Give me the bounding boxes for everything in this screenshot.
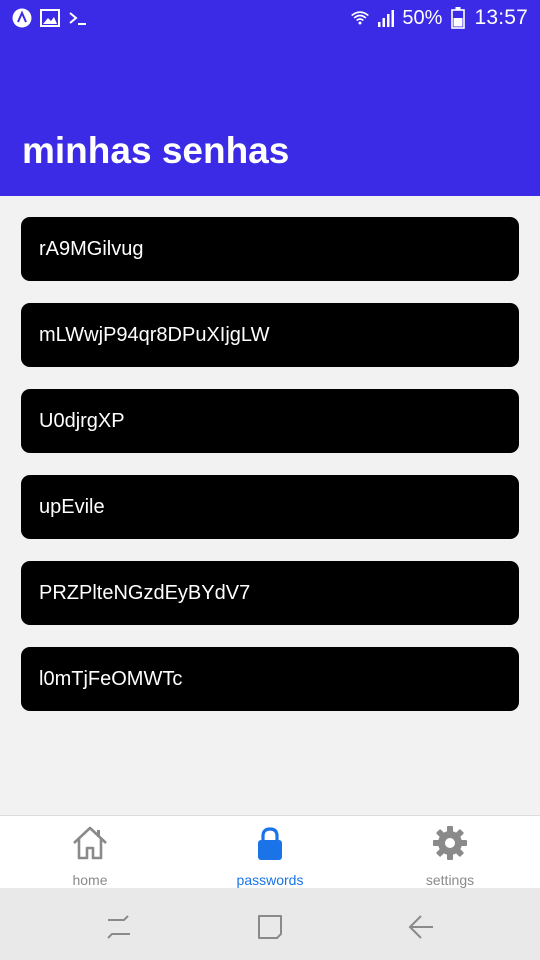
password-text: mLWwjP94qr8DPuXIjgLW bbox=[39, 323, 270, 346]
password-text: U0djrgXP bbox=[39, 409, 125, 432]
terminal-icon bbox=[68, 8, 88, 28]
password-text: rA9MGilvug bbox=[39, 237, 144, 260]
tab-home-label: home bbox=[72, 872, 108, 888]
lock-icon bbox=[251, 824, 289, 862]
home-nav-icon[interactable] bbox=[255, 912, 285, 942]
password-list: rA9MGilvug mLWwjP94qr8DPuXIjgLW U0djrgXP… bbox=[21, 217, 519, 733]
system-nav-bar bbox=[0, 888, 540, 960]
password-item[interactable]: mLWwjP94qr8DPuXIjgLW bbox=[21, 303, 519, 367]
password-text: l0mTjFeOMWTc bbox=[39, 667, 183, 690]
status-bar: 50% 13:57 bbox=[0, 0, 540, 38]
password-text: upEvile bbox=[39, 495, 105, 518]
signal-icon bbox=[376, 8, 396, 28]
tab-passwords-label: passwords bbox=[236, 872, 304, 888]
password-item[interactable]: rA9MGilvug bbox=[21, 217, 519, 281]
app-icon bbox=[12, 8, 32, 28]
wifi-icon bbox=[350, 8, 370, 28]
image-icon bbox=[40, 8, 60, 28]
home-icon bbox=[71, 824, 109, 862]
password-item[interactable]: l0mTjFeOMWTc bbox=[21, 647, 519, 711]
password-item[interactable]: upEvile bbox=[21, 475, 519, 539]
battery-percent: 50% bbox=[402, 6, 443, 29]
page-title: minhas senhas bbox=[22, 130, 290, 171]
tab-passwords[interactable]: passwords bbox=[180, 816, 360, 889]
tab-settings-label: settings bbox=[425, 872, 475, 888]
recent-apps-icon[interactable] bbox=[104, 912, 134, 942]
battery-icon bbox=[448, 7, 468, 29]
back-icon[interactable] bbox=[406, 912, 436, 942]
gear-icon bbox=[431, 824, 469, 862]
bottom-tab-bar: home passwords settings bbox=[0, 815, 540, 888]
password-item[interactable]: U0djrgXP bbox=[21, 389, 519, 453]
password-item[interactable]: PRZPlteNGzdEyBYdV7 bbox=[21, 561, 519, 625]
clock: 13:57 bbox=[474, 6, 528, 29]
password-text: PRZPlteNGzdEyBYdV7 bbox=[39, 581, 251, 604]
tab-settings[interactable]: settings bbox=[360, 816, 540, 889]
tab-home[interactable]: home bbox=[0, 816, 180, 889]
